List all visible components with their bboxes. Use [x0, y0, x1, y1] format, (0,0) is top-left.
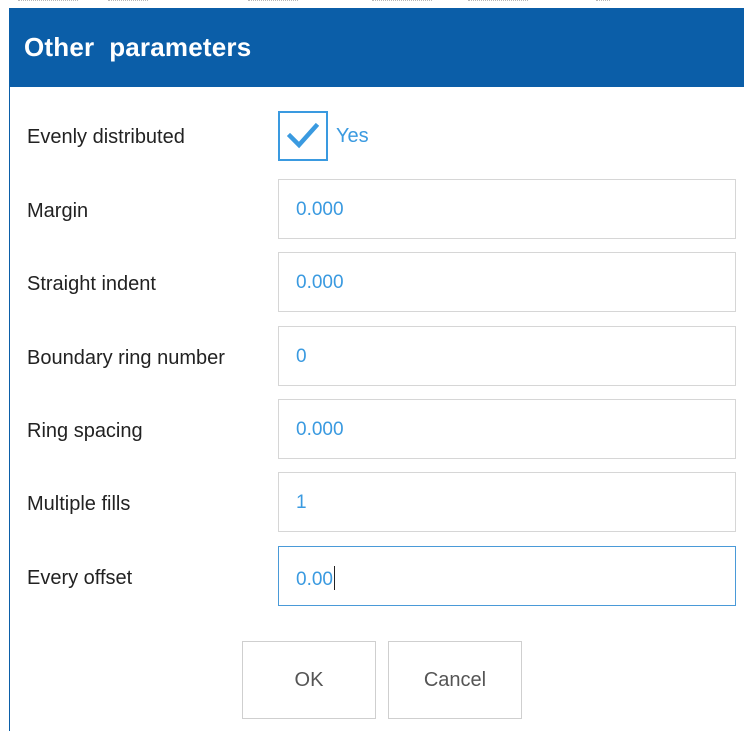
- margin-label: Margin: [27, 200, 89, 222]
- every-offset-input[interactable]: 0.00: [278, 546, 736, 606]
- every-offset-value-text: 0.00: [296, 569, 333, 590]
- evenly-distributed-checkbox[interactable]: [278, 111, 328, 161]
- multiple-fills-value: 1: [296, 492, 307, 513]
- every-offset-label: Every offset: [27, 567, 133, 589]
- margin-input[interactable]: 0.000: [278, 179, 736, 239]
- straight-indent-value: 0.000: [296, 272, 344, 293]
- multiple-fills-input[interactable]: 1: [278, 472, 736, 532]
- checkmark-icon: [287, 122, 319, 149]
- ring-spacing-label: Ring spacing: [27, 420, 143, 442]
- cancel-button[interactable]: Cancel: [388, 641, 522, 719]
- every-offset-value: 0.00: [296, 566, 336, 591]
- straight-indent-label: Straight indent: [27, 273, 156, 295]
- ok-button[interactable]: OK: [242, 641, 376, 719]
- evenly-distributed-yes-label[interactable]: Yes: [336, 125, 369, 148]
- dialog-title: Other parameters: [24, 32, 252, 62]
- evenly-distributed-label: Evenly distributed: [27, 126, 185, 148]
- other-parameters-dialog: Other parameters Evenly distributed Yes …: [9, 8, 744, 731]
- boundary-ring-number-label: Boundary ring number: [27, 347, 225, 369]
- dialog-titlebar: Other parameters: [10, 8, 744, 87]
- background-window-strip: [0, 0, 744, 8]
- boundary-ring-number-input[interactable]: 0: [278, 326, 736, 386]
- straight-indent-input[interactable]: 0.000: [278, 252, 736, 312]
- multiple-fills-label: Multiple fills: [27, 493, 131, 515]
- ring-spacing-input[interactable]: 0.000: [278, 399, 736, 459]
- ring-spacing-value: 0.000: [296, 419, 344, 440]
- boundary-ring-number-value: 0: [296, 346, 307, 367]
- text-caret: [333, 566, 336, 590]
- margin-value: 0.000: [296, 199, 344, 220]
